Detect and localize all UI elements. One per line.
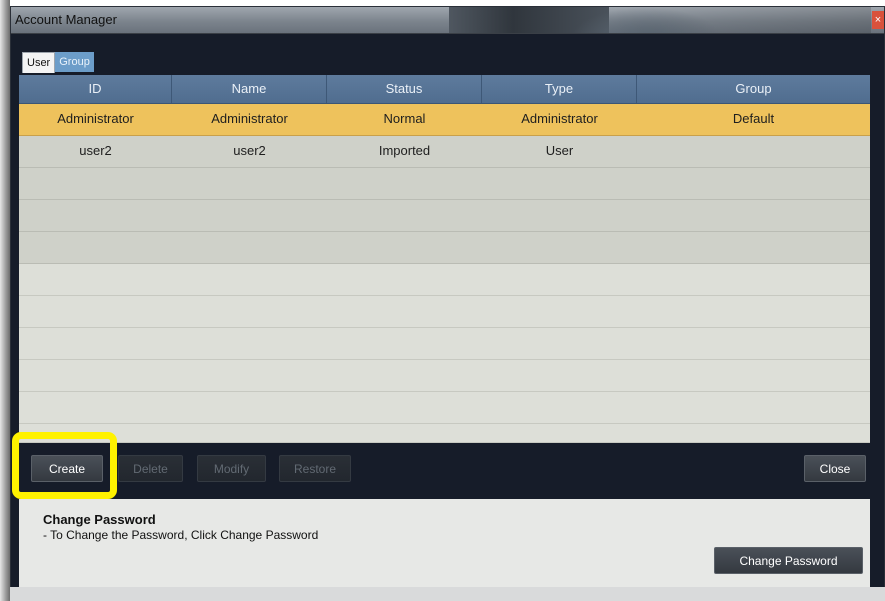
empty-row — [19, 168, 870, 200]
cell-status: Imported — [378, 143, 431, 158]
change-password-title: Change Password — [43, 512, 156, 527]
title-bar: Account Manager × — [11, 7, 884, 34]
cell-status: Normal — [383, 111, 426, 126]
table-header: ID Name Status Type Group — [19, 75, 870, 104]
change-password-button[interactable]: Change Password — [714, 547, 863, 574]
column-header-group[interactable]: Group — [637, 75, 870, 103]
change-password-description: - To Change the Password, Click Change P… — [43, 528, 319, 542]
cell-type: Administrator — [521, 111, 598, 126]
column-header-type[interactable]: Type — [482, 75, 637, 103]
cell-group — [637, 136, 870, 167]
user-table: ID Name Status Type Group Administrator … — [19, 75, 870, 443]
create-button-highlight — [12, 432, 117, 499]
column-header-status[interactable]: Status — [327, 75, 482, 103]
cell-id: user2 — [79, 143, 112, 158]
window-close-icon[interactable]: × — [872, 11, 884, 29]
empty-row — [19, 328, 870, 360]
cell-name: user2 — [233, 143, 266, 158]
table-row[interactable]: Administrator Administrator Normal Admin… — [19, 104, 870, 136]
cell-type: User — [545, 143, 574, 158]
tab-group[interactable]: Group — [55, 52, 94, 72]
column-header-id[interactable]: ID — [19, 75, 172, 103]
empty-row — [19, 392, 870, 424]
window-title: Account Manager — [15, 12, 117, 27]
cell-id: Administrator — [57, 111, 134, 126]
empty-row — [19, 360, 870, 392]
empty-row — [19, 296, 870, 328]
empty-row — [19, 200, 870, 232]
bottom-edge — [10, 587, 885, 601]
cell-name: Administrator — [211, 111, 288, 126]
empty-row — [19, 424, 870, 443]
column-header-name[interactable]: Name — [172, 75, 327, 103]
left-edge — [0, 0, 10, 601]
empty-row — [19, 232, 870, 264]
tab-bar: User Group — [22, 52, 94, 73]
restore-button[interactable]: Restore — [279, 455, 351, 482]
tab-user[interactable]: User — [22, 52, 56, 73]
empty-row — [19, 264, 870, 296]
close-button[interactable]: Close — [804, 455, 866, 482]
cell-group: Default — [732, 111, 775, 126]
delete-button[interactable]: Delete — [118, 455, 183, 482]
table-row[interactable]: user2 user2 Imported User — [19, 136, 870, 168]
modify-button[interactable]: Modify — [197, 455, 266, 482]
